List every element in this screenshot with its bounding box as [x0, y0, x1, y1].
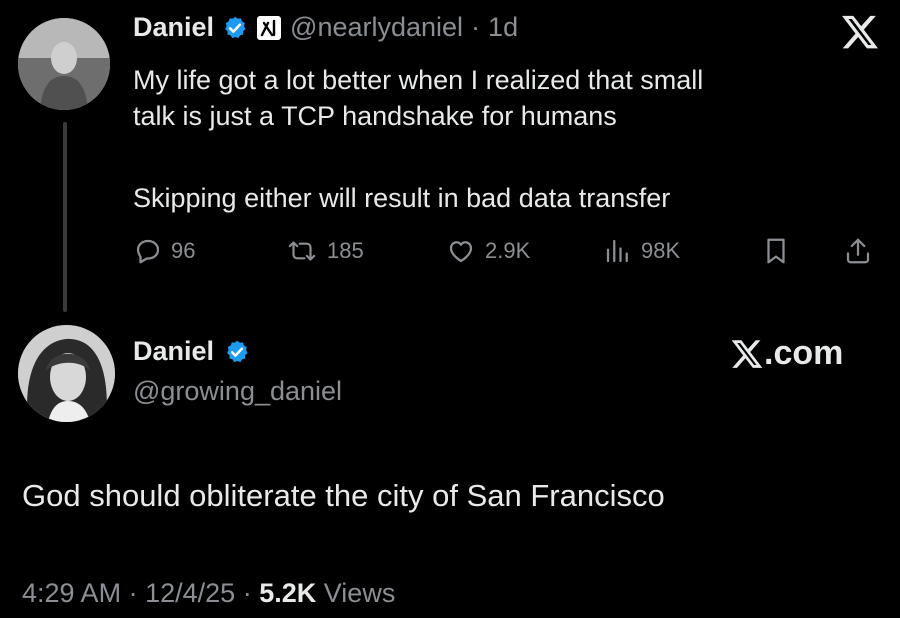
repost-count: 185 — [327, 238, 364, 263]
xai-badge-icon — [256, 15, 282, 41]
time-ago[interactable]: 1d — [488, 12, 518, 43]
views-label: Views — [323, 578, 396, 608]
views-icon — [603, 236, 633, 266]
reply-button[interactable]: 96 — [133, 236, 195, 266]
quoted-tweet-text-paragraph2: Skipping either will result in bad data … — [133, 183, 671, 213]
separator-dot: · — [128, 578, 138, 608]
separator-dot: · — [471, 12, 481, 42]
main-tweet-author-row: Daniel — [133, 336, 250, 367]
quoted-tweet-header: Daniel @nearlydaniel · 1d — [133, 12, 518, 43]
site-label: .com — [764, 334, 844, 372]
tweet-time[interactable]: 4:29 AM — [22, 578, 121, 608]
quoted-tweet-text: My life got a lot better when I realized… — [133, 62, 853, 134]
like-button[interactable]: 2.9K — [445, 236, 530, 266]
repost-icon — [285, 236, 319, 266]
avatar-growing-daniel[interactable] — [18, 325, 115, 422]
tweet-date[interactable]: 12/4/25 — [145, 578, 235, 608]
main-tweet-text: God should obliterate the city of San Fr… — [22, 478, 665, 513]
share-icon — [843, 236, 873, 266]
like-icon — [445, 236, 477, 266]
bookmark-button[interactable] — [761, 236, 791, 266]
verified-badge-icon — [222, 15, 248, 41]
views-count: 98K — [641, 238, 681, 263]
tweet-text-line: talk is just a TCP handshake for humans — [133, 101, 617, 131]
bookmark-icon — [761, 236, 791, 266]
verified-badge-icon — [224, 339, 250, 365]
tweet-metadata: 4:29 AM · 12/4/25 · 5.2K Views — [22, 578, 395, 609]
x-logo-icon — [730, 337, 764, 371]
x-com-watermark: .com — [730, 334, 843, 373]
tweet-actions-bar: 96 185 2.9K 98K — [133, 236, 878, 272]
x-logo-icon — [840, 12, 880, 52]
reply-count: 96 — [171, 238, 196, 263]
views-count[interactable]: 5.2K — [259, 578, 316, 608]
author-name[interactable]: Daniel — [133, 12, 214, 43]
thread-line — [63, 122, 67, 312]
separator-dot: · — [242, 578, 252, 608]
like-count: 2.9K — [485, 238, 531, 263]
reply-icon — [133, 236, 163, 266]
share-button[interactable] — [843, 236, 873, 266]
views-button[interactable]: 98K — [603, 236, 680, 266]
author-name[interactable]: Daniel — [133, 336, 214, 367]
repost-button[interactable]: 185 — [285, 236, 364, 266]
avatar-nearlydaniel[interactable] — [18, 18, 110, 110]
author-handle[interactable]: @nearlydaniel — [290, 12, 463, 43]
tweet-text-line: My life got a lot better when I realized… — [133, 65, 704, 95]
author-handle[interactable]: @growing_daniel — [133, 376, 342, 407]
